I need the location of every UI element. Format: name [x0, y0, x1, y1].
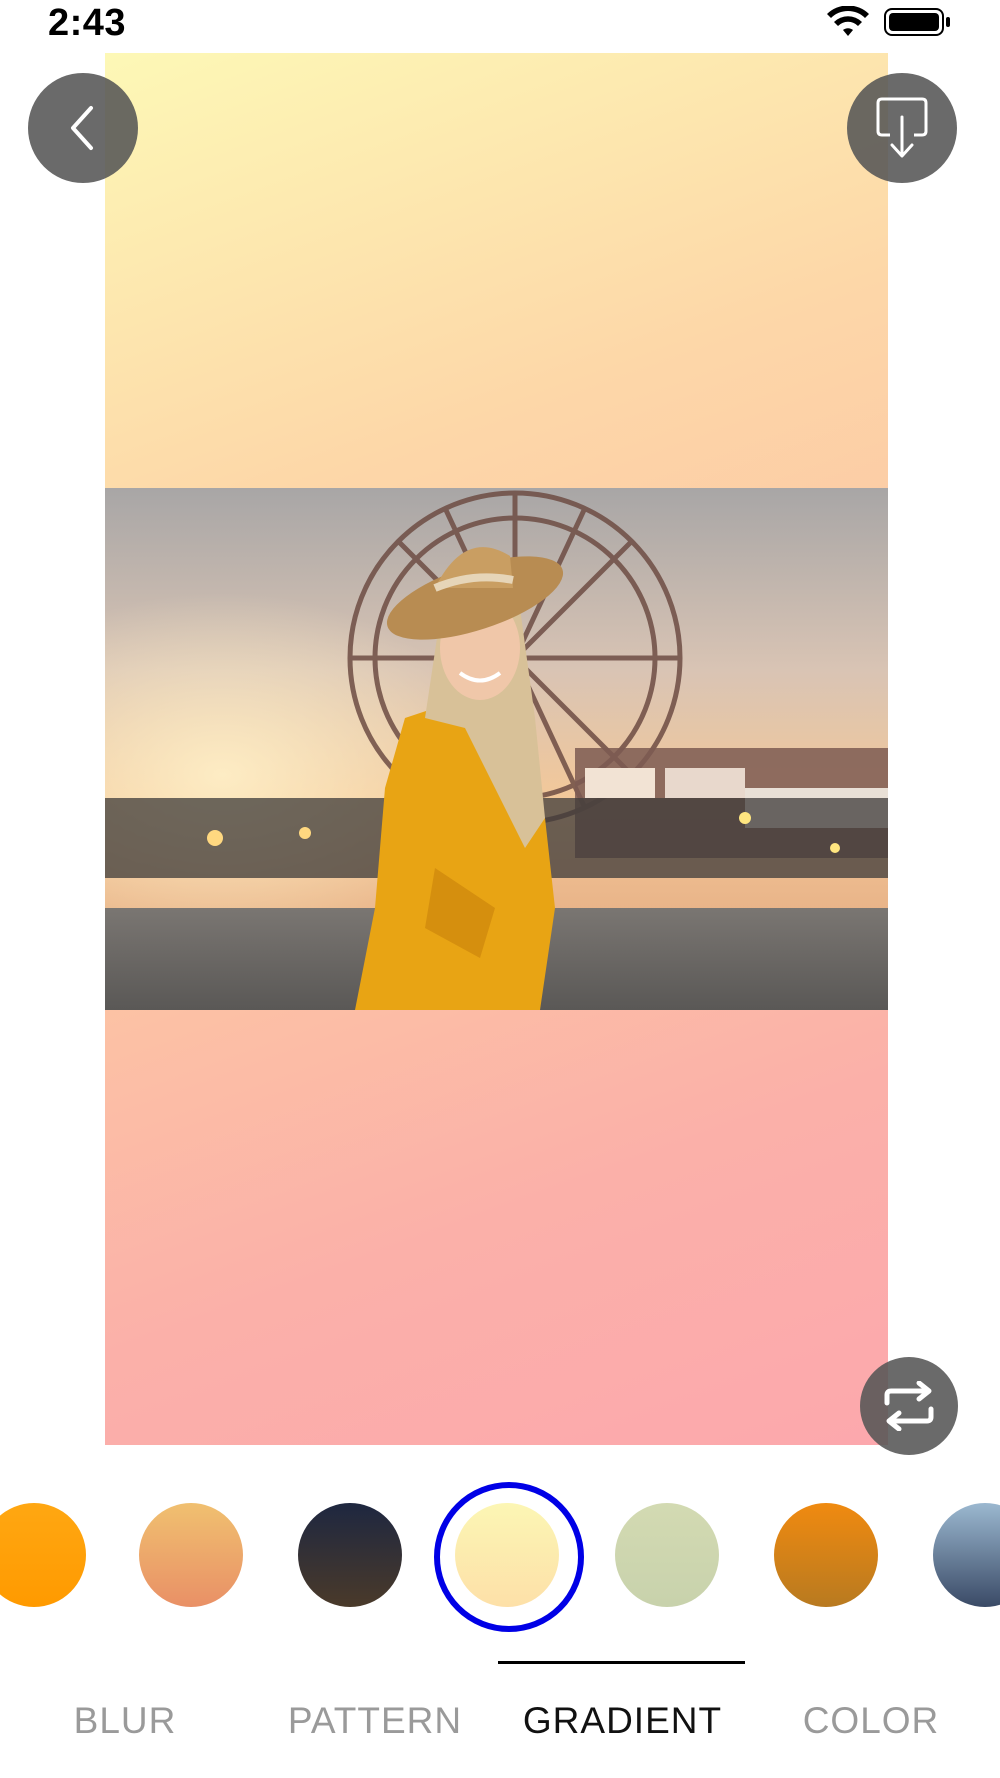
download-button[interactable] [847, 73, 957, 183]
wifi-icon [827, 6, 869, 36]
tab-pattern[interactable]: PATTERN [280, 1700, 470, 1742]
tab-bar: BLUR PATTERN GRADIENT COLOR [0, 1650, 1000, 1778]
tab-gradient[interactable]: GRADIENT [520, 1700, 725, 1742]
tab-blur[interactable]: BLUR [60, 1700, 190, 1742]
status-bar: 2:43 [0, 0, 1000, 50]
swatch-dark[interactable] [298, 1503, 402, 1607]
gradient-swatch-row [0, 1470, 1000, 1640]
swatch-steel-blue[interactable] [933, 1503, 1000, 1607]
swatch-orange[interactable] [0, 1503, 86, 1607]
swap-button[interactable] [860, 1357, 958, 1455]
download-icon [876, 97, 928, 158]
photo [105, 488, 888, 1010]
swatch-amber[interactable] [774, 1503, 878, 1607]
chevron-left-icon [71, 106, 93, 150]
tab-color[interactable]: COLOR [796, 1700, 946, 1742]
status-time: 2:43 [48, 2, 127, 44]
battery-icon [884, 8, 950, 36]
swatch-pale-yellow[interactable] [455, 1503, 559, 1607]
swap-icon [884, 1381, 934, 1431]
swatch-peach[interactable] [139, 1503, 243, 1607]
back-button[interactable] [28, 73, 138, 183]
swatch-sage[interactable] [615, 1503, 719, 1607]
